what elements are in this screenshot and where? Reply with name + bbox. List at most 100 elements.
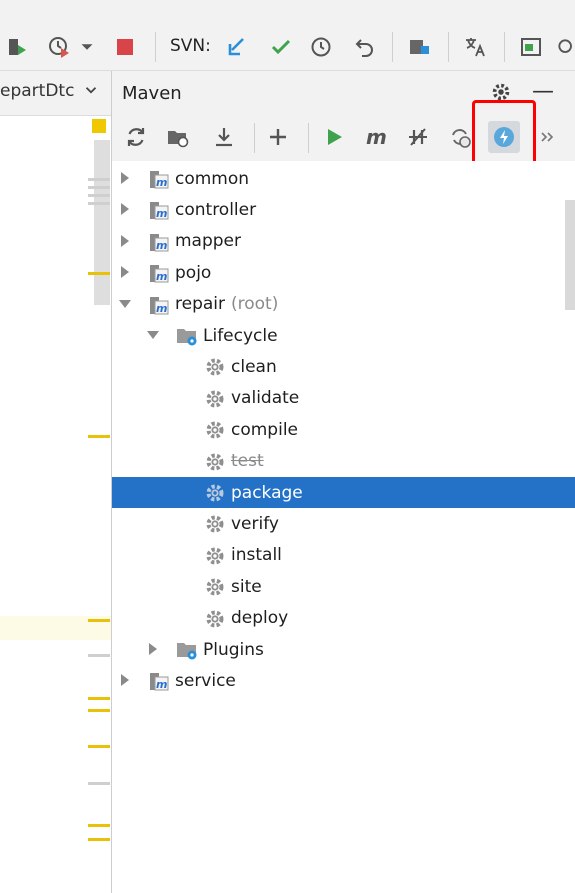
gutter-mark [88,654,110,657]
expand-right-arrow-icon[interactable] [118,202,132,216]
search-icon[interactable] [556,30,575,64]
lifecycle-goal-item[interactable]: package [112,477,575,508]
tree-item-text: service [175,670,236,691]
history-icon[interactable] [306,30,336,64]
maven-module-icon: m [148,670,170,692]
tree-folder-item[interactable]: Plugins [112,634,575,665]
tree-item-text: clean [231,356,277,377]
reload-icon[interactable] [120,121,152,153]
tree-item-text: repair [175,294,225,315]
lifecycle-goal-item[interactable]: verify [112,508,575,539]
maven-module-icon: m [148,168,170,190]
tree-item-label: validate [231,388,299,408]
gutter-mark [88,186,110,189]
more-icon[interactable] [536,121,560,153]
translate-icon[interactable] [460,30,490,64]
tree-item-label: service [175,671,236,691]
skip-tests-icon[interactable] [402,121,434,153]
window-icon[interactable] [516,30,546,64]
maven-goal-icon[interactable]: m [360,121,392,153]
expand-right-arrow-icon[interactable] [118,234,132,248]
expand-down-arrow-icon[interactable] [146,328,160,342]
tree-item-label: package [231,483,303,503]
svn-commit-icon[interactable] [266,30,296,64]
lifecycle-goal-item[interactable]: clean [112,351,575,382]
gear-icon [204,545,226,567]
tree-item-label: Plugins [203,640,264,660]
gutter-mark [88,178,110,181]
gear-icon [204,419,226,441]
expand-right-arrow-icon[interactable] [118,265,132,279]
maven-module-icon: m [148,294,170,316]
gutter-mark [88,782,110,785]
lifecycle-goal-item[interactable]: site [112,571,575,602]
coverage-icon[interactable] [2,30,32,64]
gutter-mark [88,824,110,827]
gear-icon [204,608,226,630]
tree-item-text: mapper [175,231,242,252]
expand-down-arrow-icon[interactable] [118,297,132,311]
tree-item-label: controller [175,200,256,220]
run-icon[interactable] [318,121,350,153]
warning-indicator[interactable] [92,119,106,133]
stop-icon[interactable] [110,30,140,64]
tree-item-label: repair (root) [175,294,278,314]
tree-item-label: compile [231,420,298,440]
tree-item-label: deploy [231,608,288,628]
project-structure-icon[interactable] [404,30,434,64]
lifecycle-goal-item[interactable]: compile [112,414,575,445]
tree-item-text: Plugins [203,639,264,660]
tree-item-label: test [231,451,264,471]
svg-text:m: m [156,678,167,691]
svn-update-icon[interactable] [222,30,252,64]
tree-item-suffix: (root) [231,294,279,315]
tree-item-text: controller [175,199,257,220]
tree-scrollbar[interactable] [565,200,575,310]
gear-icon [204,451,226,473]
expand-right-arrow-icon[interactable] [118,673,132,687]
gutter-mark [88,619,110,622]
tree-item-label: pojo [175,263,211,283]
panel-title: Maven [122,83,182,104]
tree-item-text: package [231,482,303,503]
gutter-mark [88,194,110,197]
editor-scrollbar[interactable] [94,140,110,305]
gutter-mark [88,697,110,700]
maven-module-item[interactable]: m repair (root) [112,289,575,320]
expand-right-arrow-icon[interactable] [146,642,160,656]
maven-module-item[interactable]: m mapper [112,226,575,257]
lifecycle-goal-item[interactable]: test [112,446,575,477]
chevron-down-icon[interactable] [82,81,100,99]
tree-folder-item[interactable]: Lifecycle [112,320,575,351]
gutter-mark [88,435,110,438]
maven-module-item[interactable]: m service [112,665,575,696]
editor-tab[interactable]: epartDtc [0,81,74,101]
tree-item-text: Lifecycle [203,325,278,346]
generate-sources-icon[interactable] [162,121,194,153]
lifecycle-goal-item[interactable]: deploy [112,603,575,634]
expand-right-arrow-icon[interactable] [118,171,132,185]
gear-icon [204,388,226,410]
tree-item-text: test [231,451,264,472]
gutter-mark [88,202,110,205]
maven-project-tree: m common m controller m mapper m pojo m repair (ro… [112,161,575,893]
tree-item-text: validate [231,388,300,409]
rollback-icon[interactable] [350,30,380,64]
download-sources-icon[interactable] [208,121,240,153]
chevron-down-icon[interactable] [76,30,98,64]
minimize-icon[interactable]: — [532,79,554,104]
svg-text:m: m [156,270,167,283]
lifecycle-folder-icon [176,325,198,347]
tree-item-label: mapper [175,231,241,251]
tree-item-text: pojo [175,262,212,283]
maven-module-item[interactable]: m controller [112,194,575,225]
maven-module-icon: m [148,199,170,221]
lifecycle-goal-item[interactable]: install [112,540,575,571]
lifecycle-goal-item[interactable]: validate [112,383,575,414]
profile-run-icon[interactable] [44,30,74,64]
main-toolbar: SVN: [0,0,575,71]
maven-module-item[interactable]: m common [112,163,575,194]
maven-module-item[interactable]: m pojo [112,257,575,288]
gutter-mark [88,838,110,841]
add-project-icon[interactable] [262,121,294,153]
